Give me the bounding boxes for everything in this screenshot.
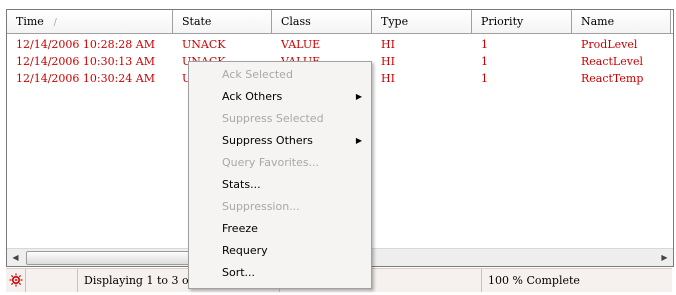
- scroll-thumb[interactable]: [26, 251, 213, 265]
- cell-type: HI: [381, 72, 395, 85]
- cell-priority: 1: [481, 38, 488, 51]
- submenu-arrow-icon: ▶: [355, 136, 362, 145]
- column-header-class[interactable]: Class: [272, 10, 372, 33]
- cell-time: 12/14/2006 10:30:13 AM: [16, 55, 156, 68]
- column-header-time[interactable]: Time /: [7, 10, 173, 33]
- menu-item-suppress-selected[interactable]: Suppress Selected: [189, 108, 371, 130]
- sort-indicator-icon: /: [53, 18, 57, 28]
- grid-header: Time / State Class Type Priority Name: [7, 10, 673, 34]
- menu-item-ack-selected[interactable]: Ack Selected: [189, 64, 371, 86]
- cell-name: ProdLevel: [581, 38, 638, 51]
- cell-class: VALUE: [281, 38, 321, 51]
- column-header-name[interactable]: Name: [572, 10, 671, 33]
- menu-item-sort[interactable]: Sort...: [189, 262, 371, 284]
- context-menu: Ack Selected Ack Others ▶ Suppress Select…: [188, 61, 372, 289]
- menu-item-requery[interactable]: Requery: [189, 240, 371, 262]
- column-header-state[interactable]: State: [173, 10, 272, 33]
- status-complete: 100 % Complete: [488, 274, 580, 287]
- cell-name: ReactLevel: [581, 55, 643, 68]
- menu-item-query-favorites[interactable]: Query Favorites...: [189, 152, 371, 174]
- menu-item-ack-others[interactable]: Ack Others ▶: [189, 86, 371, 108]
- menu-item-freeze[interactable]: Freeze: [189, 218, 371, 240]
- submenu-arrow-icon: ▶: [355, 92, 362, 101]
- column-header-priority[interactable]: Priority: [472, 10, 572, 33]
- cell-state: UNACK: [182, 38, 226, 51]
- cell-priority: 1: [481, 72, 488, 85]
- cell-time: 12/14/2006 10:28:28 AM: [16, 38, 156, 51]
- status-spacer: [26, 269, 78, 292]
- cell-name: ReactTemp: [581, 72, 644, 85]
- column-header-type[interactable]: Type: [372, 10, 472, 33]
- cell-time: 12/14/2006 10:30:24 AM: [16, 72, 156, 85]
- table-row[interactable]: 12/14/2006 10:28:28 AM UNACK VALUE HI 1 …: [7, 36, 673, 53]
- scroll-right-arrow-icon[interactable]: ▶: [656, 249, 673, 266]
- scroll-left-arrow-icon[interactable]: ◀: [7, 249, 24, 266]
- menu-item-suppress-others[interactable]: Suppress Others ▶: [189, 130, 371, 152]
- menu-item-suppression[interactable]: Suppression...: [189, 196, 371, 218]
- cell-type: HI: [381, 55, 395, 68]
- cell-type: HI: [381, 38, 395, 51]
- alarm-indicator-icon: [6, 269, 26, 292]
- menu-item-stats[interactable]: Stats...: [189, 174, 371, 196]
- cell-priority: 1: [481, 55, 488, 68]
